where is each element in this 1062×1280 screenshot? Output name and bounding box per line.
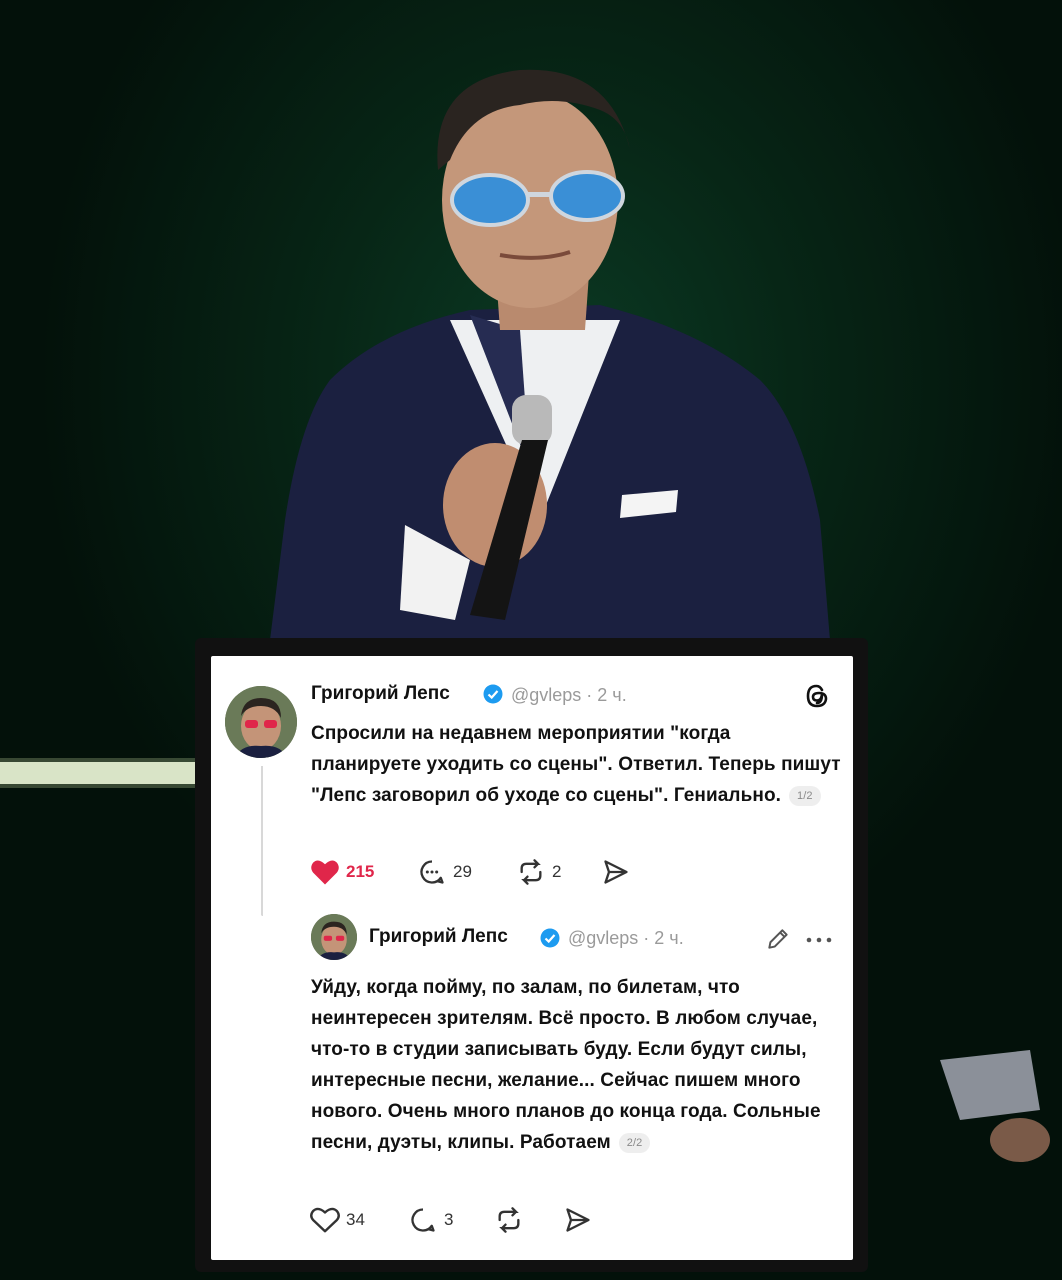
repost-icon <box>498 1207 520 1233</box>
threads-logo-icon[interactable] <box>803 682 831 710</box>
threads-post-card: Григорий Лепс @gvleps · 2 ч. Спросили на… <box>211 656 853 1260</box>
reply-count: 29 <box>453 862 472 881</box>
post-text-body: Спросили на недавнем мероприятии "когда … <box>311 723 841 806</box>
more-icon[interactable] <box>805 935 833 945</box>
thread-connector-line <box>261 766 263 916</box>
verified-icon <box>540 928 560 948</box>
reply-button[interactable]: 3 <box>408 1206 453 1234</box>
author-name[interactable]: Григорий Лепс <box>369 926 508 948</box>
author-handle-time[interactable]: @gvleps · 2 ч. <box>511 685 627 706</box>
repost-count: 2 <box>552 862 562 881</box>
comment-icon <box>411 1208 435 1232</box>
author-name[interactable]: Григорий Лепс <box>311 683 450 705</box>
share-button[interactable] <box>601 858 631 886</box>
edit-icon[interactable] <box>765 926 791 952</box>
like-count: 34 <box>346 1210 365 1229</box>
avatar[interactable] <box>225 686 297 758</box>
reply-button[interactable]: 29 <box>417 858 472 886</box>
avatar-image <box>311 914 357 960</box>
heart-icon <box>310 1207 340 1233</box>
verified-icon <box>483 684 503 704</box>
reply-count: 3 <box>444 1210 454 1229</box>
like-button[interactable]: 34 <box>310 1206 365 1234</box>
avatar-image <box>225 686 297 758</box>
thread-pager: 1/2 <box>789 785 821 806</box>
share-button[interactable] <box>563 1206 593 1234</box>
author-handle-time[interactable]: @gvleps · 2 ч. <box>568 928 684 949</box>
share-icon <box>566 1208 590 1232</box>
post-text: Спросили на недавнем мероприятии "когда … <box>311 718 841 811</box>
thread-pager: 2/2 <box>618 1132 651 1153</box>
like-button[interactable]: 215 <box>310 858 374 886</box>
post-text-body: Уйду, когда пойму, по залам, по билетам,… <box>311 977 821 1153</box>
share-icon <box>604 860 628 884</box>
repost-icon <box>520 859 542 885</box>
repost-button[interactable] <box>494 1206 524 1234</box>
like-count: 215 <box>346 862 375 881</box>
heart-icon <box>311 860 339 885</box>
comment-icon <box>420 860 444 884</box>
repost-button[interactable]: 2 <box>516 858 561 886</box>
avatar[interactable] <box>311 914 357 960</box>
post-text: Уйду, когда пойму, по залам, по билетам,… <box>311 972 821 1158</box>
